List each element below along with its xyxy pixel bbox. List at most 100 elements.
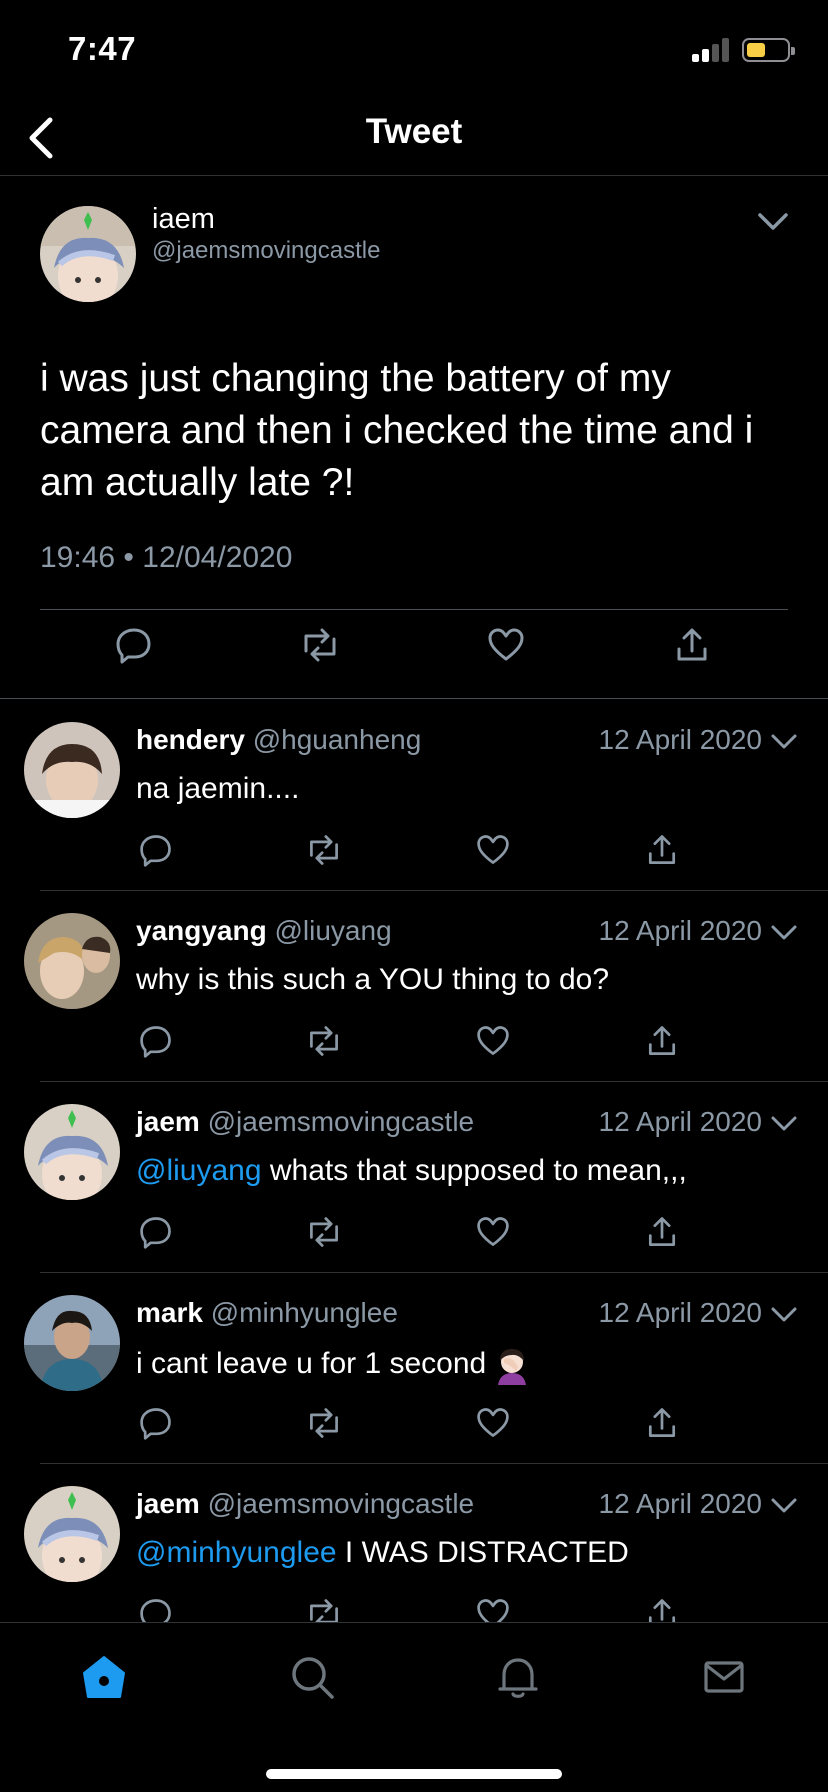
like-button[interactable] <box>486 625 526 665</box>
home-indicator[interactable] <box>266 1769 562 1779</box>
reply-button[interactable] <box>114 625 154 665</box>
retweet-button[interactable] <box>306 1214 342 1250</box>
like-button[interactable] <box>475 1214 511 1250</box>
reply-author-name[interactable]: mark <box>136 1297 203 1328</box>
share-button[interactable] <box>644 832 680 868</box>
reply-button[interactable] <box>138 1023 174 1059</box>
avatar[interactable] <box>24 722 120 818</box>
reply-date: 12 April 2020 <box>598 915 762 946</box>
reply-date: 12 April 2020 <box>598 1488 762 1519</box>
reply-header: jaem @jaemsmovingcastle <box>136 1106 474 1138</box>
share-icon <box>677 628 707 661</box>
reply-more-button[interactable] <box>770 732 798 752</box>
retweet-button[interactable] <box>306 1023 342 1059</box>
reply-author-handle[interactable]: @liuyang <box>274 915 391 946</box>
retweet-icon <box>310 1408 338 1438</box>
chevron-down-icon <box>771 925 797 940</box>
reply-text: i cant leave u for 1 second <box>136 1345 532 1385</box>
reply-tweet[interactable]: jaem @jaemsmovingcastle 12 April 2020 @liu… <box>0 1082 828 1273</box>
reply-text: @minhyunglee I WAS DISTRACTED <box>136 1536 629 1570</box>
facepalm-emoji <box>498 1349 527 1385</box>
reply-tweet[interactable]: mark @minhyunglee 12 April 2020 i cant lea… <box>0 1273 828 1464</box>
heart-icon <box>477 1408 509 1437</box>
reply-text: @liuyang whats that supposed to mean,,, <box>136 1154 687 1188</box>
tab-messages[interactable] <box>700 1653 748 1701</box>
like-button[interactable] <box>475 832 511 868</box>
reply-button[interactable] <box>138 1214 174 1250</box>
tab-notifications[interactable] <box>494 1653 542 1701</box>
heart-icon <box>477 1026 509 1055</box>
reply-body: why is this such a YOU thing to do? <box>136 963 610 996</box>
reply-date: 12 April 2020 <box>598 1297 762 1328</box>
more-options-button[interactable] <box>756 209 790 233</box>
tab-home[interactable] <box>80 1653 128 1701</box>
reply-button[interactable] <box>138 832 174 868</box>
signal-icon <box>692 38 730 62</box>
reply-header: jaem @jaemsmovingcastle <box>136 1488 474 1520</box>
mention-link[interactable]: @minhyunglee <box>136 1536 337 1569</box>
reply-header: yangyang @liuyang <box>136 915 392 947</box>
retweet-icon <box>310 1217 338 1247</box>
reply-more-button[interactable] <box>770 1114 798 1134</box>
share-button[interactable] <box>644 1405 680 1441</box>
heart-icon <box>477 835 509 864</box>
share-button[interactable] <box>672 625 712 665</box>
reply-author-name[interactable]: yangyang <box>136 915 267 946</box>
tweet-text: i was just changing the battery of my ca… <box>40 357 754 504</box>
share-button[interactable] <box>644 1214 680 1250</box>
reply-author-handle[interactable]: @minhyunglee <box>211 1297 398 1328</box>
divider <box>40 609 788 610</box>
main-tweet: iaem @jaemsmovingcastle i was just chang… <box>0 177 828 699</box>
tab-search[interactable] <box>288 1653 336 1701</box>
reply-more-button[interactable] <box>770 923 798 943</box>
reply-button[interactable] <box>138 1405 174 1441</box>
reply-more-button[interactable] <box>770 1496 798 1516</box>
avatar[interactable] <box>24 1486 120 1582</box>
author-handle[interactable]: @jaemsmovingcastle <box>152 237 380 265</box>
share-icon <box>648 1217 676 1246</box>
reply-actions <box>0 832 828 872</box>
reply-author-name[interactable]: jaem <box>136 1488 200 1519</box>
reply-author-handle[interactable]: @jaemsmovingcastle <box>208 1488 475 1519</box>
retweet-button[interactable] <box>306 1405 342 1441</box>
reply-more-button[interactable] <box>770 1305 798 1325</box>
home-icon <box>83 1656 125 1698</box>
like-button[interactable] <box>475 1405 511 1441</box>
author-name[interactable]: iaem <box>152 203 215 236</box>
reply-header: mark @minhyunglee <box>136 1297 398 1329</box>
tweet-date: 12/04/2020 <box>142 541 293 574</box>
reply-actions <box>0 1214 828 1254</box>
reply-text: na jaemin.... <box>136 772 299 806</box>
search-icon <box>292 1657 334 1699</box>
reply-author-name[interactable]: hendery <box>136 724 245 755</box>
battery-icon <box>742 38 795 62</box>
reply-author-name[interactable]: jaem <box>136 1106 200 1137</box>
reply-icon <box>140 1026 171 1058</box>
share-icon <box>648 835 676 864</box>
tweet-timestamp: 19:46 • 12/04/2020 <box>40 541 292 575</box>
reply-tweet[interactable]: hendery @hguanheng 12 April 2020 na jaemin… <box>0 700 828 891</box>
retweet-button[interactable] <box>306 832 342 868</box>
reply-body: i cant leave u for 1 second <box>136 1346 487 1380</box>
reply-text: why is this such a YOU thing to do? <box>136 963 609 997</box>
avatar[interactable] <box>24 1104 120 1200</box>
reply-author-handle[interactable]: @jaemsmovingcastle <box>208 1106 475 1137</box>
reply-tweet[interactable]: yangyang @liuyang 12 April 2020 why is thi… <box>0 891 828 1082</box>
status-bar: 7:47 <box>0 0 828 100</box>
reply-icon <box>140 1217 171 1249</box>
chevron-down-icon <box>771 1116 797 1131</box>
mention-link[interactable]: @liuyang <box>136 1154 262 1187</box>
reply-author-handle[interactable]: @hguanheng <box>253 724 422 755</box>
tab-bar <box>0 1622 828 1792</box>
avatar[interactable] <box>40 206 136 302</box>
retweet-icon <box>310 835 338 865</box>
avatar[interactable] <box>24 913 120 1009</box>
tweet-time: 19:46 <box>40 541 116 574</box>
like-button[interactable] <box>475 1023 511 1059</box>
share-button[interactable] <box>644 1023 680 1059</box>
page-title: Tweet <box>365 112 463 151</box>
reply-date: 12 April 2020 <box>598 1106 762 1137</box>
mail-icon <box>704 1661 744 1693</box>
avatar[interactable] <box>24 1295 120 1391</box>
retweet-button[interactable] <box>300 625 340 665</box>
